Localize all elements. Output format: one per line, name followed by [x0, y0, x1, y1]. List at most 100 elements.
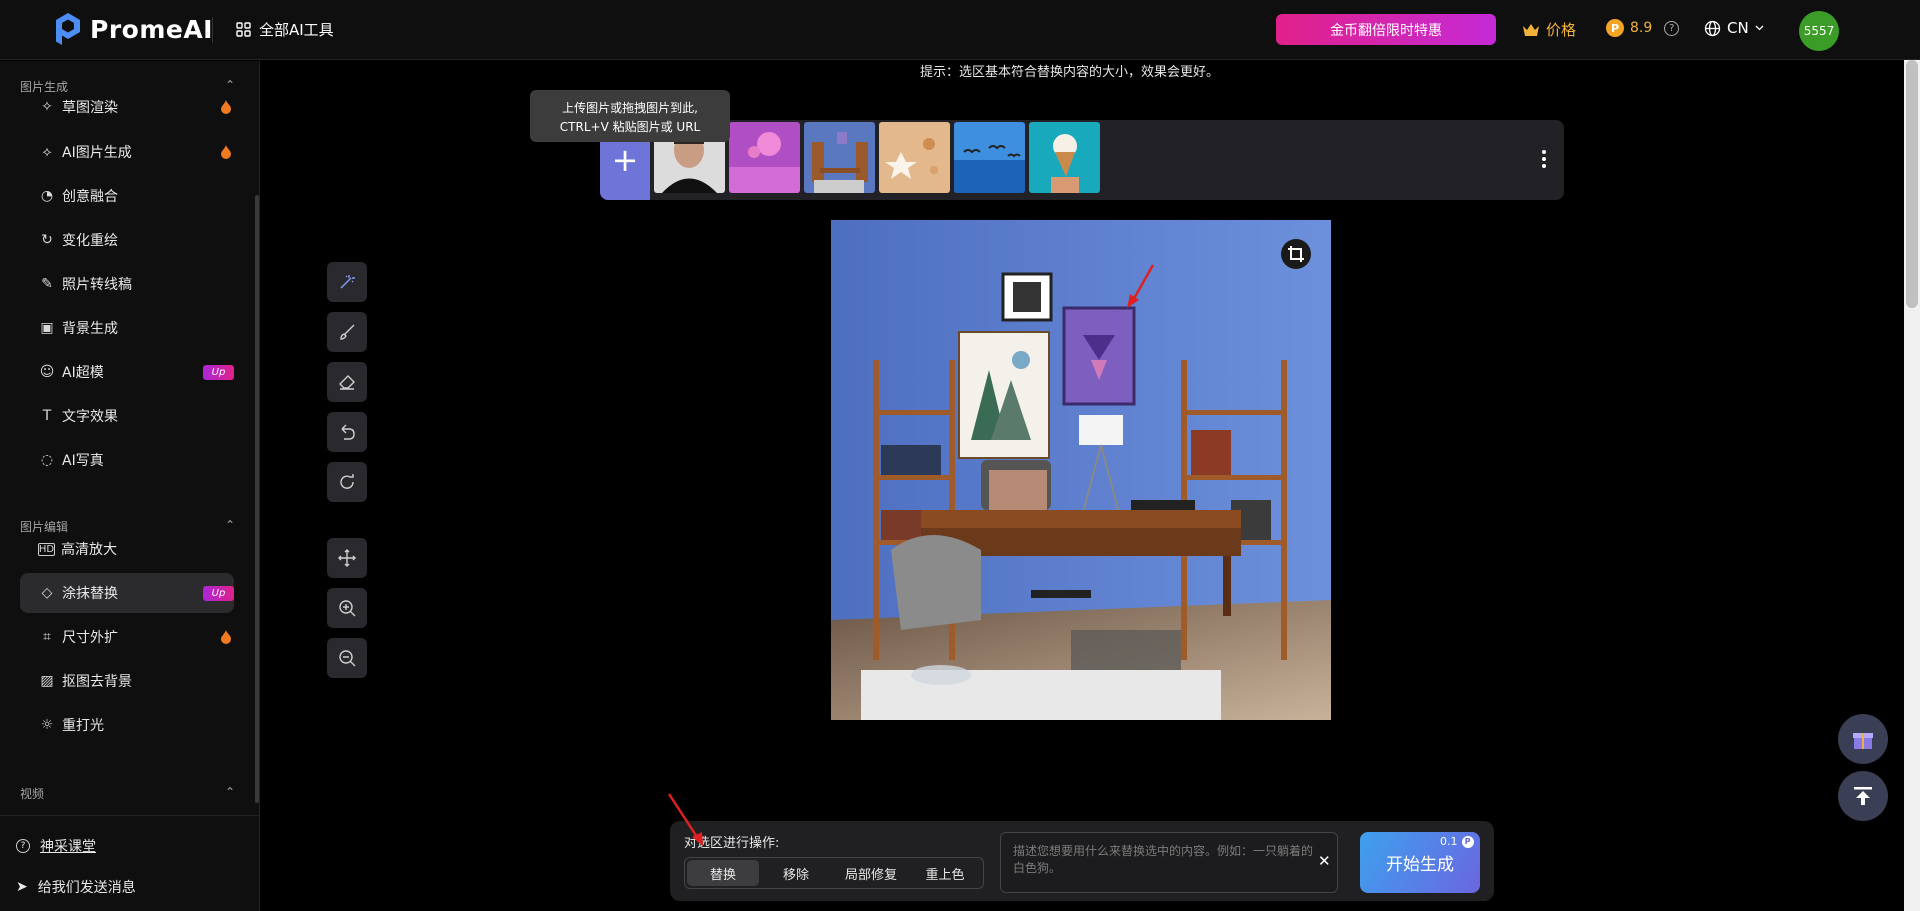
thumbnail-starfish[interactable]: [879, 122, 950, 193]
coin-icon: P: [1606, 19, 1624, 37]
fire-icon: [221, 630, 231, 644]
sidebar-item-label: 变化重绘: [62, 233, 118, 249]
zoom-out-tool[interactable]: [327, 638, 367, 678]
portrait-icon: ◌: [40, 452, 54, 468]
sidebar: 图片生成 ⌃ ✧ 草图渲染 ⟡ AI图片生成 ◔ 创意融合 ↻ 变化重绘 ✎ 照…: [0, 61, 260, 911]
ai-image-icon: ⟡: [42, 144, 52, 160]
credits-balance[interactable]: P 8.9 ?: [1606, 19, 1680, 37]
sidebar-item-ai-model[interactable]: ☺ AI超模 Up: [20, 352, 234, 392]
page-scrollbar[interactable]: [1906, 60, 1918, 308]
top-bar: PromeAI 全部AI工具 金币翻倍限时特惠 价格 P 8.9 ? CN 55…: [0, 0, 1920, 60]
text-effect-icon: T: [42, 408, 52, 424]
up-badge: Up: [203, 365, 234, 380]
section-label: 视频: [20, 787, 45, 801]
brush-icon: [340, 324, 355, 340]
undo-icon: [341, 424, 355, 440]
section-video[interactable]: 视频 ⌃: [20, 785, 235, 802]
flowers-thumb-image: [729, 122, 800, 193]
sidebar-item-inpaint-replace[interactable]: ◇ 涂抹替换 Up: [20, 573, 234, 613]
thumbnail-ice-cream[interactable]: [1029, 122, 1100, 193]
sidebar-item-label: AI图片生成: [62, 145, 132, 161]
edit-canvas[interactable]: [831, 220, 1331, 720]
sidebar-item-line-art[interactable]: ✎ 照片转线稿: [20, 264, 234, 304]
eraser-icon: [339, 375, 355, 390]
reset-tool[interactable]: [327, 462, 367, 502]
sidebar-item-redraw[interactable]: ↻ 变化重绘: [20, 220, 234, 260]
coin-icon: P: [1461, 835, 1474, 848]
arrow-up-icon: [1854, 787, 1872, 805]
mode-remove[interactable]: 移除: [760, 860, 832, 886]
clear-icon[interactable]: ✕: [1318, 852, 1331, 870]
crop-icon: ⌗: [43, 629, 51, 645]
pricing-link[interactable]: 价格: [1522, 19, 1576, 40]
chevron-up-icon: ⌃: [224, 785, 235, 799]
sidebar-item-relight[interactable]: ☼ 重打光: [20, 705, 234, 745]
sidebar-item-background[interactable]: ▣ 背景生成: [20, 308, 234, 348]
zoom-in-tool[interactable]: [327, 588, 367, 628]
sidebar-scrollbar[interactable]: [255, 195, 259, 803]
sidebar-footer: ? 神采课堂 ➤ 给我们发送消息: [0, 815, 260, 896]
up-badge: Up: [203, 586, 234, 601]
question-circle-icon: ?: [16, 839, 30, 853]
mode-recolor[interactable]: 重上色: [910, 860, 980, 886]
undo-tool[interactable]: [327, 412, 367, 452]
upload-tooltip: 上传图片或拖拽图片到此, CTRL+V 粘贴图片或 URL: [530, 90, 730, 142]
brand-logo[interactable]: PromeAI: [54, 12, 213, 46]
annotation-arrow: [667, 793, 703, 846]
eraser-icon: ◇: [41, 585, 53, 601]
class-link[interactable]: ? 神采课堂: [16, 836, 96, 856]
chevron-down-icon: [1755, 25, 1764, 31]
sidebar-item-label: 重打光: [62, 718, 104, 734]
sidebar-item-fusion[interactable]: ◔ 创意融合: [20, 176, 234, 216]
generate-cost: 0.1 P: [1440, 835, 1474, 848]
reset-icon: [340, 474, 354, 489]
crop-icon: [1288, 246, 1304, 262]
sidebar-item-ai-portrait[interactable]: ◌ AI写真: [20, 440, 234, 480]
thumbnail-birds-sea[interactable]: [954, 122, 1025, 193]
gift-button[interactable]: [1838, 714, 1888, 764]
ice-cream-thumb-image: [1029, 122, 1100, 193]
feedback-link[interactable]: ➤ 给我们发送消息: [16, 877, 136, 897]
hint-text: 提示：选区基本符合替换内容的大小，效果会更好。: [920, 65, 1220, 80]
magic-select-tool[interactable]: [327, 262, 367, 302]
thumbnail-pink-flowers[interactable]: [729, 122, 800, 193]
sidebar-item-text-effect[interactable]: T 文字效果: [20, 396, 234, 436]
thumbnail-office[interactable]: [804, 122, 875, 193]
sidebar-item-label: 草图渲染: [62, 100, 118, 116]
sidebar-item-ai-image[interactable]: ⟡ AI图片生成: [20, 132, 234, 172]
all-tools-menu[interactable]: 全部AI工具: [236, 19, 334, 40]
cutout-icon: ▨: [40, 673, 54, 689]
sidebar-item-label: 涂抹替换: [62, 586, 118, 602]
promeai-logo-icon: [56, 13, 80, 45]
feedback-label: 给我们发送消息: [37, 880, 136, 896]
crop-button[interactable]: [1281, 239, 1311, 269]
sidebar-item-remove-bg[interactable]: ▨ 抠图去背景: [20, 661, 234, 701]
language-label: CN: [1727, 19, 1749, 37]
sidebar-item-outpaint[interactable]: ⌗ 尺寸外扩: [20, 617, 234, 657]
avatar[interactable]: 5557: [1799, 11, 1839, 51]
sidebar-item-sketch-render[interactable]: ✧ 草图渲染: [20, 87, 234, 127]
tooltip-line-2: CTRL+V 粘贴图片或 URL: [559, 120, 701, 134]
mode-replace[interactable]: 替换: [687, 860, 759, 886]
brush-tool[interactable]: [327, 312, 367, 352]
sidebar-item-label: 尺寸外扩: [62, 630, 118, 646]
promo-button[interactable]: 金币翻倍限时特惠: [1276, 14, 1496, 45]
help-icon[interactable]: ?: [1664, 20, 1680, 36]
office-thumb-image: [804, 122, 875, 193]
sidebar-item-label: 创意融合: [62, 189, 118, 205]
eraser-tool[interactable]: [327, 362, 367, 402]
send-icon: ➤: [16, 879, 28, 895]
sidebar-item-label: 抠图去背景: [62, 674, 132, 690]
zoom-in-icon: [339, 600, 356, 617]
mode-local-repair[interactable]: 局部修复: [833, 860, 909, 886]
zoom-out-icon: [339, 650, 356, 667]
sketch-render-icon: ✧: [41, 99, 53, 115]
price-label: 价格: [1546, 21, 1577, 39]
language-selector[interactable]: CN: [1704, 19, 1764, 37]
more-options-icon[interactable]: [1542, 150, 1546, 168]
fire-icon: [221, 145, 231, 159]
credits-value: 8.9: [1630, 20, 1653, 36]
back-to-top-button[interactable]: [1838, 771, 1888, 821]
move-tool[interactable]: [327, 538, 367, 578]
sidebar-item-hd-upscale[interactable]: HD 高清放大: [20, 529, 234, 569]
